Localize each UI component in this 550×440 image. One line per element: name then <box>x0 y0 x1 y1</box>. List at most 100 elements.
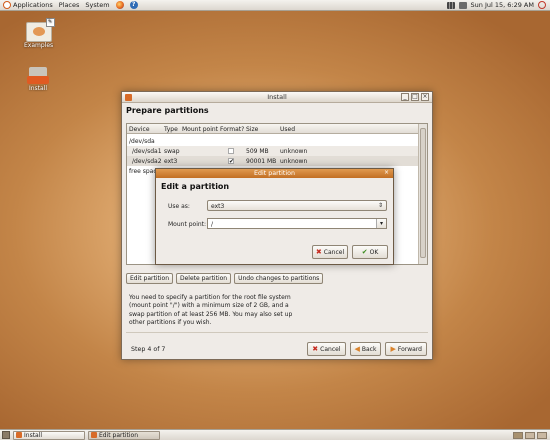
applications-menu-label: Applications <box>13 1 53 9</box>
table-row[interactable]: /dev/sda2 ext3 ✔ 90001 MB unknown <box>127 156 419 166</box>
taskbar-item-label: Edit partition <box>99 431 138 439</box>
back-button[interactable]: ◀ Back <box>349 342 382 356</box>
page-title: Prepare partitions <box>126 106 209 115</box>
chevron-down-icon[interactable]: ▾ <box>376 219 386 228</box>
install-drive-icon <box>27 67 49 85</box>
format-checkbox[interactable]: ✔ <box>228 158 234 165</box>
workspace-2[interactable] <box>525 431 535 439</box>
mount-point-value: / <box>211 221 214 228</box>
workspace-1[interactable] <box>513 431 523 439</box>
dialog-ok-button[interactable]: ✔ OK <box>352 245 388 259</box>
places-menu-label: Places <box>58 1 80 9</box>
dialog-cancel-button[interactable]: ✖ Cancel <box>312 245 348 259</box>
forward-button[interactable]: ▶ Forward <box>385 342 427 356</box>
document-badge-icon: ✎ <box>45 18 55 27</box>
taskbar-item-label: Install <box>24 431 43 439</box>
cancel-button[interactable]: ✖ Cancel <box>307 342 346 356</box>
edit-partition-button[interactable]: Edit partition <box>126 273 173 284</box>
undo-changes-button[interactable]: Undo changes to partitions <box>234 273 324 284</box>
panel-tray: Sun Jul 15, 6:29 AM <box>446 1 550 9</box>
maximize-button[interactable]: □ <box>411 93 419 101</box>
minimize-button[interactable]: _ <box>401 93 409 101</box>
desktop-icon-label: Install <box>28 85 48 92</box>
dialog-titlebar[interactable]: Edit partition × <box>156 169 393 178</box>
use-as-label: Use as: <box>168 203 190 210</box>
mount-point-field[interactable]: / ▾ <box>207 218 387 229</box>
delete-partition-button[interactable]: Delete partition <box>176 273 232 284</box>
places-menu[interactable]: Places <box>59 1 80 9</box>
forward-label: Forward <box>397 345 422 353</box>
volume-icon[interactable] <box>458 1 467 9</box>
divider <box>126 332 428 333</box>
dialog-title: Edit partition <box>254 170 295 177</box>
cell-size: 509 MB <box>246 148 269 155</box>
table-header: Device Type Mount point Format? Size Use… <box>127 124 419 134</box>
system-menu-label: System <box>85 1 110 9</box>
power-icon[interactable] <box>538 1 546 9</box>
desktop-icon-examples[interactable]: ✎ Examples <box>24 18 55 49</box>
column-header-used[interactable]: Used <box>280 126 295 133</box>
examples-folder-icon: ✎ <box>25 18 55 42</box>
ubuntu-logo-icon <box>3 1 11 9</box>
window-title: Install <box>267 93 287 101</box>
step-indicator: Step 4 of 7 <box>131 346 166 353</box>
partition-actions: Edit partition Delete partition Undo cha… <box>126 273 324 284</box>
firefox-launcher-icon[interactable] <box>115 1 124 9</box>
column-header-size[interactable]: Size <box>246 126 258 133</box>
taskbar-item-install[interactable]: Install <box>13 430 85 440</box>
table-row[interactable]: /dev/sda1 swap 509 MB unknown <box>127 146 419 156</box>
cell-used: unknown <box>280 158 308 165</box>
check-icon: ✔ <box>361 248 368 256</box>
system-menu[interactable]: System <box>85 1 109 9</box>
top-panel: Applications Places System ? Sun Jul 15,… <box>0 0 550 11</box>
edit-partition-dialog: Edit partition × Edit a partition Use as… <box>155 168 394 265</box>
back-label: Back <box>361 345 377 353</box>
cell-device: /dev/sda1 <box>132 148 162 155</box>
dialog-heading: Edit a partition <box>161 182 230 191</box>
cancel-icon: ✖ <box>312 345 319 353</box>
help-launcher-icon[interactable]: ? <box>129 1 138 9</box>
edit-partition-task-icon <box>91 432 97 438</box>
column-header-device[interactable]: Device <box>129 126 150 133</box>
table-row[interactable]: /dev/sda <box>127 136 419 146</box>
scrollbar-thumb[interactable] <box>420 128 426 258</box>
bottom-panel: Install Edit partition <box>0 429 550 440</box>
cancel-label: Cancel <box>320 345 341 353</box>
back-arrow-icon: ◀ <box>354 345 360 353</box>
column-header-type[interactable]: Type <box>164 126 178 133</box>
close-button[interactable]: × <box>421 93 429 101</box>
install-task-icon <box>16 432 22 438</box>
dialog-close-icon[interactable]: × <box>383 170 390 177</box>
window-controls: _ □ × <box>401 93 429 101</box>
column-header-format[interactable]: Format? <box>220 126 244 133</box>
partition-hint-text: You need to specify a partition for the … <box>129 294 293 327</box>
dialog-cancel-label: Cancel <box>323 248 345 256</box>
cell-size: 90001 MB <box>246 158 277 165</box>
desktop-icon-label: Examples <box>24 42 54 49</box>
show-desktop-icon[interactable] <box>2 431 10 439</box>
taskbar-item-edit-partition[interactable]: Edit partition <box>88 430 160 440</box>
select-arrows-icon: ⇕ <box>377 202 383 209</box>
table-scrollbar[interactable] <box>418 124 427 264</box>
format-checkbox[interactable] <box>228 148 234 154</box>
network-icon[interactable] <box>446 1 455 9</box>
trash-icon[interactable] <box>537 431 547 439</box>
installer-titlebar[interactable]: Install _ □ × <box>122 92 432 103</box>
mount-point-label: Mount point: <box>168 221 207 228</box>
column-header-mount[interactable]: Mount point <box>182 126 218 133</box>
desktop-icon-install[interactable]: Install <box>27 67 49 92</box>
dialog-buttons: ✖ Cancel ✔ OK <box>312 245 388 259</box>
applications-menu[interactable]: Applications <box>3 1 53 9</box>
forward-arrow-icon: ▶ <box>390 345 396 353</box>
navigation-buttons: ✖ Cancel ◀ Back ▶ Forward <box>307 342 427 356</box>
cell-used: unknown <box>280 148 308 155</box>
cell-device: free spac <box>129 168 157 175</box>
clock[interactable]: Sun Jul 15, 6:29 AM <box>471 1 534 9</box>
installer-window-icon <box>125 94 132 101</box>
cell-type: swap <box>164 148 180 155</box>
cell-device: /dev/sda2 <box>132 158 162 165</box>
cancel-icon: ✖ <box>315 248 322 256</box>
dialog-ok-label: OK <box>369 248 379 256</box>
cell-device: /dev/sda <box>129 138 155 145</box>
use-as-select[interactable]: ext3 ⇕ <box>207 200 387 211</box>
